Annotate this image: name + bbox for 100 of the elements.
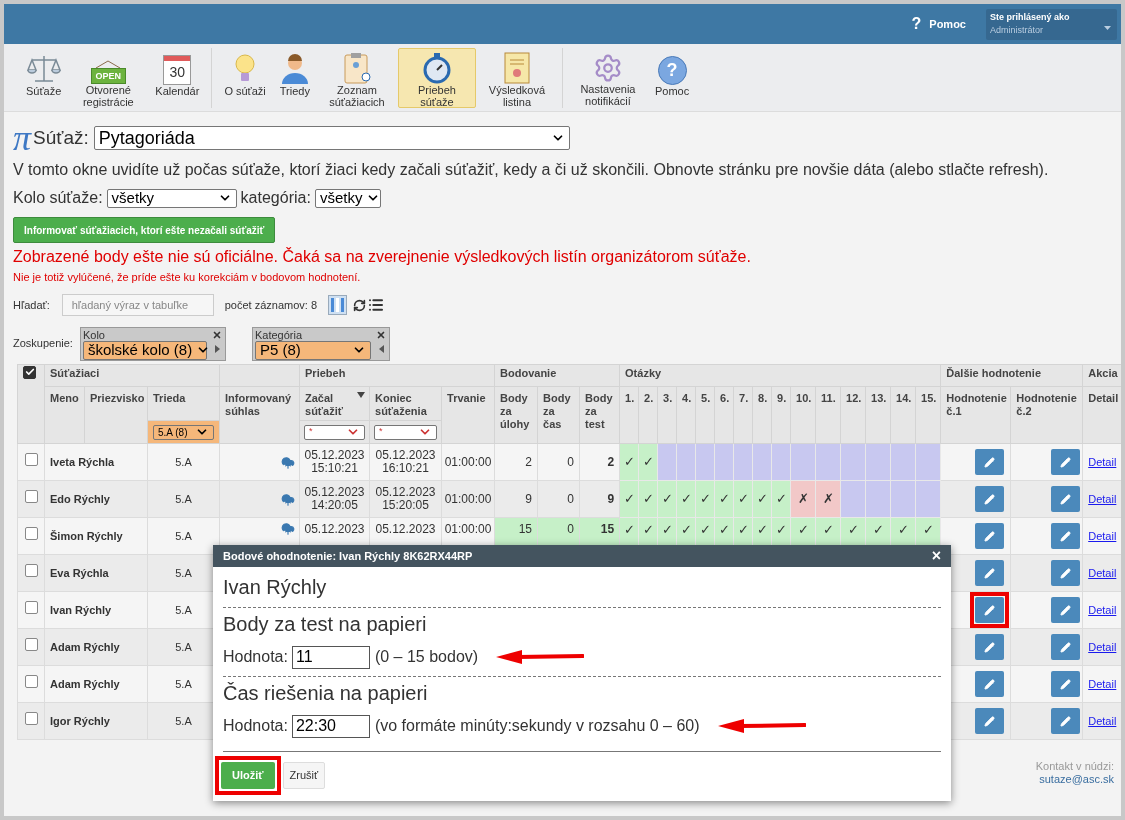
toolbar-button[interactable]: OPEN Otvorené registrácie	[69, 47, 148, 108]
stopwatch-icon	[421, 51, 452, 84]
date-text: 16:10:21	[381, 462, 430, 475]
date-text: 05.12.2023	[303, 486, 366, 499]
date-text: 05.12.2023	[374, 449, 437, 462]
toolbar-button[interactable]: Triedy	[273, 47, 316, 108]
value-field[interactable]: 22:30	[291, 714, 370, 738]
start-filter[interactable]: *	[304, 424, 365, 440]
calendar-icon: 30	[163, 54, 192, 85]
checkbox[interactable]	[24, 564, 38, 578]
toolbar-button[interactable]: Súťaže	[20, 47, 68, 108]
toolbar-button[interactable]: Výsledková listina	[477, 47, 556, 108]
edit-button[interactable]	[1051, 597, 1081, 623]
class-filter[interactable]: 5.A (8)	[153, 424, 214, 440]
toolbar-button[interactable]: ? Pomoc	[648, 47, 696, 108]
column-header: Hodnotenie č.1	[940, 386, 1011, 444]
edit-button[interactable]	[1051, 708, 1081, 734]
refresh-icon[interactable]	[353, 298, 367, 312]
contact-label: Kontakt v núdzi:	[1035, 760, 1114, 773]
value-label: Hodnota:	[223, 647, 288, 667]
column-header: Body za úlohy	[494, 386, 538, 444]
search-field[interactable]: hľadaný výraz v tabuľke	[61, 294, 214, 316]
checkbox[interactable]	[24, 527, 38, 541]
contest-select[interactable]: Pytagoriáda	[93, 126, 570, 150]
section-heading: Body za test na papieri	[223, 612, 428, 636]
table-cell: 2	[579, 443, 620, 481]
cloud-upload-icon[interactable]	[281, 492, 295, 507]
group-header: Priebeh	[299, 364, 495, 387]
checkbox[interactable]	[24, 712, 38, 726]
pencil-icon	[1060, 493, 1072, 505]
toolbar-button[interactable]: Priebeh súťaže	[397, 47, 476, 108]
edit-button[interactable]	[1051, 634, 1081, 660]
pencil-icon	[1060, 641, 1072, 653]
pencil-icon	[984, 456, 996, 468]
checkbox[interactable]	[24, 675, 38, 689]
contact-email[interactable]: sutaze@asc.sk	[1039, 773, 1114, 786]
close-icon[interactable]	[375, 329, 386, 340]
close-icon[interactable]	[211, 329, 222, 340]
group-select[interactable]: P5 (8)	[254, 340, 371, 360]
pencil-icon	[1060, 456, 1072, 468]
edit-button[interactable]	[1051, 486, 1081, 512]
edit-button[interactable]	[975, 523, 1005, 549]
column-header: Trvanie	[441, 386, 495, 444]
group-header: Akcia	[1082, 364, 1121, 387]
group-chip: Kategória P5 (8)	[251, 326, 390, 361]
column-header: Body za čas	[537, 386, 580, 444]
group-header: Ďalšie hodnotenie	[940, 364, 1083, 387]
end-filter[interactable]: *	[374, 424, 437, 440]
cancel-button[interactable]: Zrušiť	[282, 762, 326, 789]
toolbar-button[interactable]: O súťaži	[218, 47, 272, 108]
warning-text: Zobrazené body ešte nie sú oficiálne. Čaká sa na zverejnenie výsledkových listín organizátorom súťaže.	[13, 247, 752, 266]
edit-button[interactable]	[1051, 560, 1081, 586]
checkbox[interactable]	[23, 365, 36, 379]
toolbar-button[interactable]: 30 Kalendár	[149, 47, 206, 108]
table-cell: 01:00:00	[441, 443, 495, 481]
edit-button[interactable]	[975, 486, 1005, 512]
cloud-upload-icon[interactable]	[281, 522, 295, 537]
toolbar-button[interactable]: Nastavenia notifikácií	[568, 47, 647, 108]
edit-button[interactable]	[975, 671, 1005, 697]
column-header: Hodnotenie č.2	[1010, 386, 1083, 444]
left-arrow-icon[interactable]	[378, 344, 384, 353]
filter-select[interactable]: všetky	[314, 188, 381, 208]
filter-label: Kolo súťaže:	[13, 188, 103, 208]
right-arrow-icon[interactable]	[214, 344, 220, 353]
clipboard-icon	[341, 51, 372, 84]
table-cell: 9	[494, 480, 538, 518]
edit-button[interactable]	[1051, 449, 1081, 475]
name-cell: Igor Rýchly	[44, 702, 148, 740]
cloud-upload-icon[interactable]	[281, 455, 295, 470]
column-header[interactable]: Začal súťažiť	[299, 386, 370, 421]
column-header: Informovaný súhlas	[219, 386, 300, 444]
search-label: Hľadať:	[13, 297, 50, 313]
column-header[interactable]: Koniec súťaženia	[369, 386, 442, 421]
pencil-icon	[1060, 604, 1072, 616]
edit-button[interactable]	[1051, 671, 1081, 697]
pencil-icon	[1060, 715, 1072, 727]
pencil-icon	[1060, 530, 1072, 542]
edit-button[interactable]	[975, 708, 1005, 734]
help-icon[interactable]: ?	[911, 12, 922, 36]
column-header[interactable]: Trieda	[147, 386, 220, 421]
checkbox[interactable]	[24, 601, 38, 615]
column-header: Body za test	[579, 386, 620, 444]
edit-button[interactable]	[1051, 523, 1081, 549]
checkbox[interactable]	[24, 453, 38, 467]
value-field[interactable]: 11	[291, 645, 370, 669]
user-menu[interactable]: Ste prihlásený ako Administrátor	[986, 8, 1117, 40]
edit-button[interactable]	[975, 449, 1005, 475]
pencil-icon	[984, 715, 996, 727]
edit-button[interactable]	[975, 560, 1005, 586]
group-select[interactable]: školské kolo (8)	[82, 340, 207, 360]
edit-button[interactable]	[975, 634, 1005, 660]
help-link[interactable]: Pomoc	[929, 15, 966, 33]
table-cell: 01:00:00	[441, 480, 495, 518]
columns-icon[interactable]	[328, 295, 348, 315]
filter-select[interactable]: všetky	[106, 188, 237, 208]
checkbox[interactable]	[24, 490, 38, 504]
list-icon[interactable]	[368, 297, 385, 313]
toolbar-button[interactable]: Zoznam súťažiacich	[317, 47, 396, 108]
table-cell: 5.A	[147, 443, 220, 481]
checkbox[interactable]	[24, 638, 38, 652]
